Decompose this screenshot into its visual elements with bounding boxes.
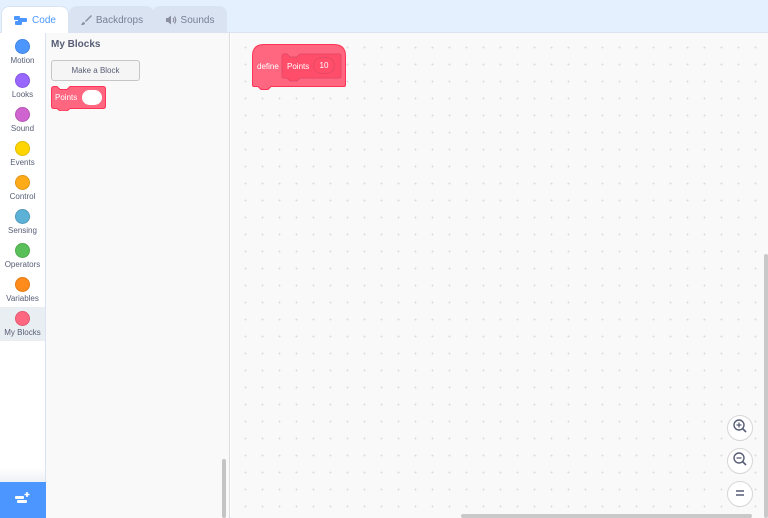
category-label: Control (10, 192, 36, 201)
zoom-reset-button[interactable] (727, 481, 753, 507)
category-variables[interactable]: Variables (0, 273, 45, 307)
category-my-blocks[interactable]: My Blocks (0, 307, 45, 341)
palette-scrollbar[interactable] (222, 459, 226, 518)
add-extension-button[interactable] (0, 482, 46, 518)
workspace-horizontal-scrollbar[interactable] (461, 514, 752, 518)
call-block-input[interactable] (82, 90, 102, 105)
category-control[interactable]: Control (0, 171, 45, 205)
category-color-dot (15, 175, 30, 190)
add-extension-icon (14, 491, 32, 510)
category-color-dot (15, 209, 30, 224)
code-icon (14, 15, 28, 26)
category-color-dot (15, 141, 30, 156)
category-label: Looks (12, 90, 33, 99)
category-menu: Motion Looks Sound Events Control Sensin… (0, 33, 46, 518)
category-color-dot (15, 107, 30, 122)
tab-sounds-label: Sounds (181, 15, 215, 26)
category-label: Variables (6, 294, 39, 303)
category-label: Operators (5, 260, 41, 269)
palette-section-title: My Blocks (51, 39, 100, 50)
script-workspace[interactable]: define Points 10 (231, 33, 768, 518)
block-palette: My Blocks Make a Block Points (46, 33, 230, 518)
call-block-label: Points (55, 93, 77, 102)
points-call-block[interactable]: Points (51, 86, 106, 110)
procedure-argument-reporter[interactable]: 10 (313, 57, 335, 74)
category-label: Motion (10, 56, 34, 65)
make-a-block-button[interactable]: Make a Block (51, 60, 140, 81)
category-motion[interactable]: Motion (0, 35, 45, 69)
category-label: Sensing (8, 226, 37, 235)
category-color-dot (15, 73, 30, 88)
category-operators[interactable]: Operators (0, 239, 45, 273)
equals-icon (734, 485, 746, 503)
define-label: define (257, 62, 279, 71)
paintbrush-icon (80, 14, 92, 26)
category-label: My Blocks (4, 328, 40, 337)
tab-code[interactable]: Code (1, 6, 69, 33)
tab-backdrops[interactable]: Backdrops (69, 6, 154, 33)
category-sensing[interactable]: Sensing (0, 205, 45, 239)
category-menu-fade (0, 468, 45, 482)
zoom-in-button[interactable] (727, 415, 753, 441)
category-label: Events (10, 158, 34, 167)
editor-tab-bar: Code Backdrops Sounds (0, 0, 768, 32)
tab-sounds[interactable]: Sounds (152, 6, 227, 33)
category-color-dot (15, 243, 30, 258)
define-points-block[interactable]: define Points 10 (252, 44, 346, 92)
category-color-dot (15, 277, 30, 292)
category-label: Sound (11, 124, 34, 133)
category-sound[interactable]: Sound (0, 103, 45, 137)
procedure-name-label: Points (287, 62, 309, 71)
category-color-dot (15, 39, 30, 54)
zoom-out-icon (732, 451, 748, 472)
category-looks[interactable]: Looks (0, 69, 45, 103)
tab-backdrops-label: Backdrops (96, 15, 143, 26)
category-color-dot (15, 311, 30, 326)
zoom-out-button[interactable] (727, 448, 753, 474)
workspace-vertical-scrollbar[interactable] (764, 254, 768, 518)
code-editor: Motion Looks Sound Events Control Sensin… (0, 32, 768, 517)
speaker-icon (165, 15, 177, 25)
category-events[interactable]: Events (0, 137, 45, 171)
zoom-in-icon (732, 418, 748, 439)
tab-code-label: Code (32, 15, 56, 26)
